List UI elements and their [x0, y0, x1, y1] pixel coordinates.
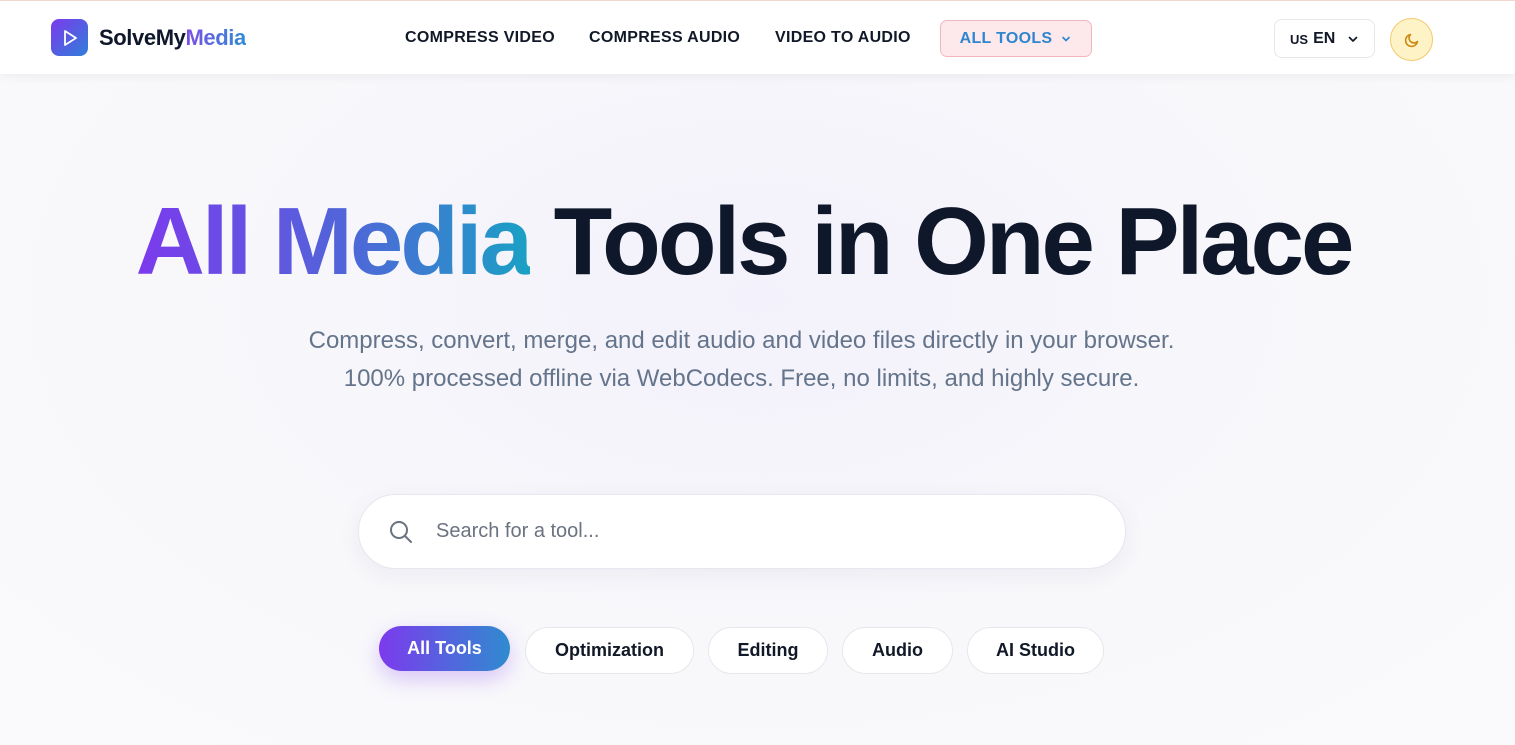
filter-chip-optimization[interactable]: Optimization: [525, 627, 694, 674]
search-input[interactable]: [436, 520, 1076, 543]
hero-title-rest: Tools in One Place: [553, 188, 1355, 295]
hero-title: All Media Tools in One Place: [0, 187, 1487, 297]
filter-chip-ai-studio[interactable]: AI Studio: [967, 627, 1104, 674]
page: SolveMyMedia COMPRESS VIDEO COMPRESS AUD…: [0, 0, 1515, 745]
hero-subtitle: Compress, convert, merge, and edit audio…: [308, 327, 1175, 392]
all-tools-dropdown[interactable]: ALL TOOLS: [940, 20, 1092, 57]
search-icon: [390, 520, 412, 543]
language-selector[interactable]: US EN: [1274, 19, 1375, 58]
chevron-down-icon: [1062, 36, 1071, 41]
brand-name: SolveMyMedia: [99, 24, 246, 50]
filter-chip-editing[interactable]: Editing: [708, 627, 828, 674]
chevron-down-icon: [1348, 36, 1358, 42]
nav-compress-video[interactable]: COMPRESS VIDEO: [405, 29, 555, 47]
filter-chip-audio[interactable]: Audio: [842, 627, 953, 674]
play-icon: [51, 19, 88, 56]
moon-icon: [1404, 33, 1418, 47]
theme-toggle-button[interactable]: [1390, 18, 1433, 61]
hero-title-highlight: All Media: [135, 188, 533, 295]
all-tools-label: ALL TOOLS: [959, 29, 1053, 47]
nav-video-to-audio[interactable]: VIDEO TO AUDIO: [775, 29, 911, 47]
us-flag-icon: US: [1290, 32, 1309, 47]
filter-chip-all-tools[interactable]: All Tools: [379, 626, 510, 671]
site-header: SolveMyMedia COMPRESS VIDEO COMPRESS AUD…: [0, 0, 1515, 74]
brand-logo[interactable]: SolveMyMedia: [51, 19, 246, 56]
search-bar: [358, 494, 1126, 569]
nav-compress-audio[interactable]: COMPRESS AUDIO: [589, 29, 740, 47]
language-code: EN: [1313, 29, 1336, 47]
